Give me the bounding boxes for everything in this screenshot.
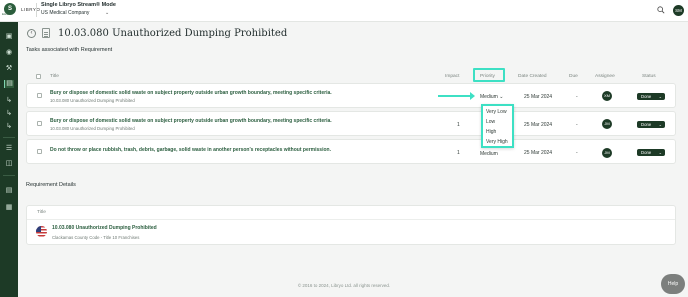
bell-icon[interactable]: ◉	[4, 49, 14, 57]
column-assignee: Assignee	[595, 74, 615, 79]
row-checkbox[interactable]	[37, 93, 42, 98]
brand-logo-sub: EHM	[2, 12, 9, 16]
requirement-column-title: Title	[37, 210, 46, 215]
back-button[interactable]: ‹	[27, 29, 36, 38]
table-row[interactable]: Do not throw or place rubbish, trash, de…	[26, 139, 676, 164]
folder-icon[interactable]: ◫	[4, 160, 14, 168]
annotation-arrow	[438, 95, 472, 97]
requirement-row[interactable]: 10.03.080 Unauthorized Dumping Prohibite…	[27, 219, 675, 245]
chevron-down-icon: ⌄	[658, 122, 662, 127]
task-requirement: 10.03.080 Unauthorized Dumping Prohibite…	[50, 98, 135, 103]
arrow-right-icon	[470, 92, 475, 100]
tasks-section-label: Tasks associated with Requirement	[26, 47, 113, 53]
sidebar-divider	[3, 175, 15, 176]
header-divider	[36, 3, 37, 17]
sidebar-divider	[3, 137, 15, 138]
task-due: -	[576, 122, 578, 128]
clipboard-icon	[42, 28, 50, 38]
footer-copyright: © 2016 to 2024, Libryo Ltd. all rights r…	[297, 283, 391, 288]
priority-value: Medium	[480, 151, 498, 157]
task-date: 25 Mar 2024	[524, 150, 553, 156]
select-all-checkbox[interactable]	[36, 74, 41, 79]
list-icon[interactable]: ☰	[4, 145, 14, 153]
page-title: 10.03.080 Unauthorized Dumping Prohibite…	[58, 28, 288, 39]
task-title[interactable]: Do not throw or place rubbish, trash, de…	[50, 147, 331, 153]
chevron-down-icon: ⌄	[658, 150, 662, 155]
help-button[interactable]: Help	[661, 274, 685, 294]
priority-dropdown-menu: Very Low Low High Very High	[481, 104, 514, 148]
column-title: Title	[50, 74, 59, 79]
requirement-title[interactable]: 10.03.080 Unauthorized Dumping Prohibite…	[52, 225, 157, 231]
chevron-down-icon: ⌄	[658, 94, 662, 99]
assignee-avatar[interactable]: XM	[602, 91, 612, 101]
mode-title: Single Libryo Stream® Mode	[41, 2, 116, 8]
column-status: Status	[642, 74, 656, 79]
company-selector[interactable]: US Medical Company	[41, 10, 89, 16]
document-icon[interactable]: ▤	[4, 187, 14, 195]
column-date-created[interactable]: Date Created	[518, 74, 547, 79]
share-icon[interactable]: ↳	[4, 97, 14, 105]
wrench-icon[interactable]: ⚒	[4, 65, 14, 73]
task-due: -	[576, 150, 578, 156]
task-title[interactable]: Bury or dispose of domestic solid waste …	[50, 90, 332, 96]
priority-option[interactable]: Low	[486, 119, 495, 125]
assignee-avatar[interactable]: JM	[602, 119, 612, 129]
priority-select[interactable]: Medium	[480, 151, 498, 157]
share-icon[interactable]: ↳	[4, 123, 14, 131]
brand[interactable]: S LIBRYO	[4, 3, 40, 15]
dashboard-icon[interactable]: ▣	[4, 33, 14, 41]
details-section-label: Requirement Details	[26, 182, 76, 188]
chevron-down-icon: ⌄	[499, 94, 504, 100]
sidebar: ▣ ◉ ⚒ ▤ ↳ ↳ ↳ ☰ ◫ ▤ ▦	[0, 22, 18, 297]
clipboard-icon[interactable]: ▤	[4, 80, 14, 88]
column-impact[interactable]: Impact	[445, 74, 459, 79]
status-value: Done	[641, 122, 652, 127]
task-date: 25 Mar 2024	[524, 122, 553, 128]
table-row[interactable]: Bury or dispose of domestic solid waste …	[26, 83, 676, 108]
us-flag-icon	[36, 226, 47, 237]
user-avatar[interactable]: SM	[673, 5, 684, 16]
task-impact: 1	[457, 150, 460, 156]
row-checkbox[interactable]	[37, 149, 42, 154]
status-value: Done	[641, 94, 652, 99]
requirement-card: Title 10.03.080 Unauthorized Dumping Pro…	[26, 205, 676, 245]
task-impact: 1	[457, 122, 460, 128]
brand-name: LIBRYO	[21, 6, 41, 12]
column-due[interactable]: Due	[569, 74, 578, 79]
requirement-source: Clackamas County Code - Title 10 Franchi…	[52, 235, 140, 240]
priority-value: Medium	[480, 94, 498, 100]
priority-option[interactable]: Very High	[486, 139, 508, 145]
search-icon[interactable]	[657, 6, 665, 14]
row-checkbox[interactable]	[37, 121, 42, 126]
priority-column-highlight	[473, 68, 505, 82]
priority-select[interactable]: Medium ⌄	[480, 94, 503, 100]
task-requirement: 10.03.080 Unauthorized Dumping Prohibite…	[50, 126, 135, 131]
top-header: S LIBRYO EHM Single Libryo Stream® Mode …	[0, 0, 688, 22]
table-row[interactable]: Bury or dispose of domestic solid waste …	[26, 111, 676, 136]
org-chart-icon[interactable]: ▦	[4, 204, 14, 212]
status-value: Done	[641, 150, 652, 155]
task-due: -	[576, 94, 578, 100]
chevron-down-icon[interactable]: ⌄	[105, 10, 109, 16]
priority-option[interactable]: Very Low	[486, 109, 507, 115]
priority-option[interactable]: High	[486, 129, 496, 135]
status-dropdown[interactable]: Done ⌄	[637, 121, 665, 128]
share-icon[interactable]: ↳	[4, 110, 14, 118]
status-dropdown[interactable]: Done ⌄	[637, 93, 665, 100]
task-title[interactable]: Bury or dispose of domestic solid waste …	[50, 118, 332, 124]
assignee-avatar[interactable]: JM	[602, 148, 612, 158]
task-date: 25 Mar 2024	[524, 94, 553, 100]
status-dropdown[interactable]: Done ⌄	[637, 149, 665, 156]
table-header: Title Impact Priority Date Created Due A…	[26, 72, 676, 82]
